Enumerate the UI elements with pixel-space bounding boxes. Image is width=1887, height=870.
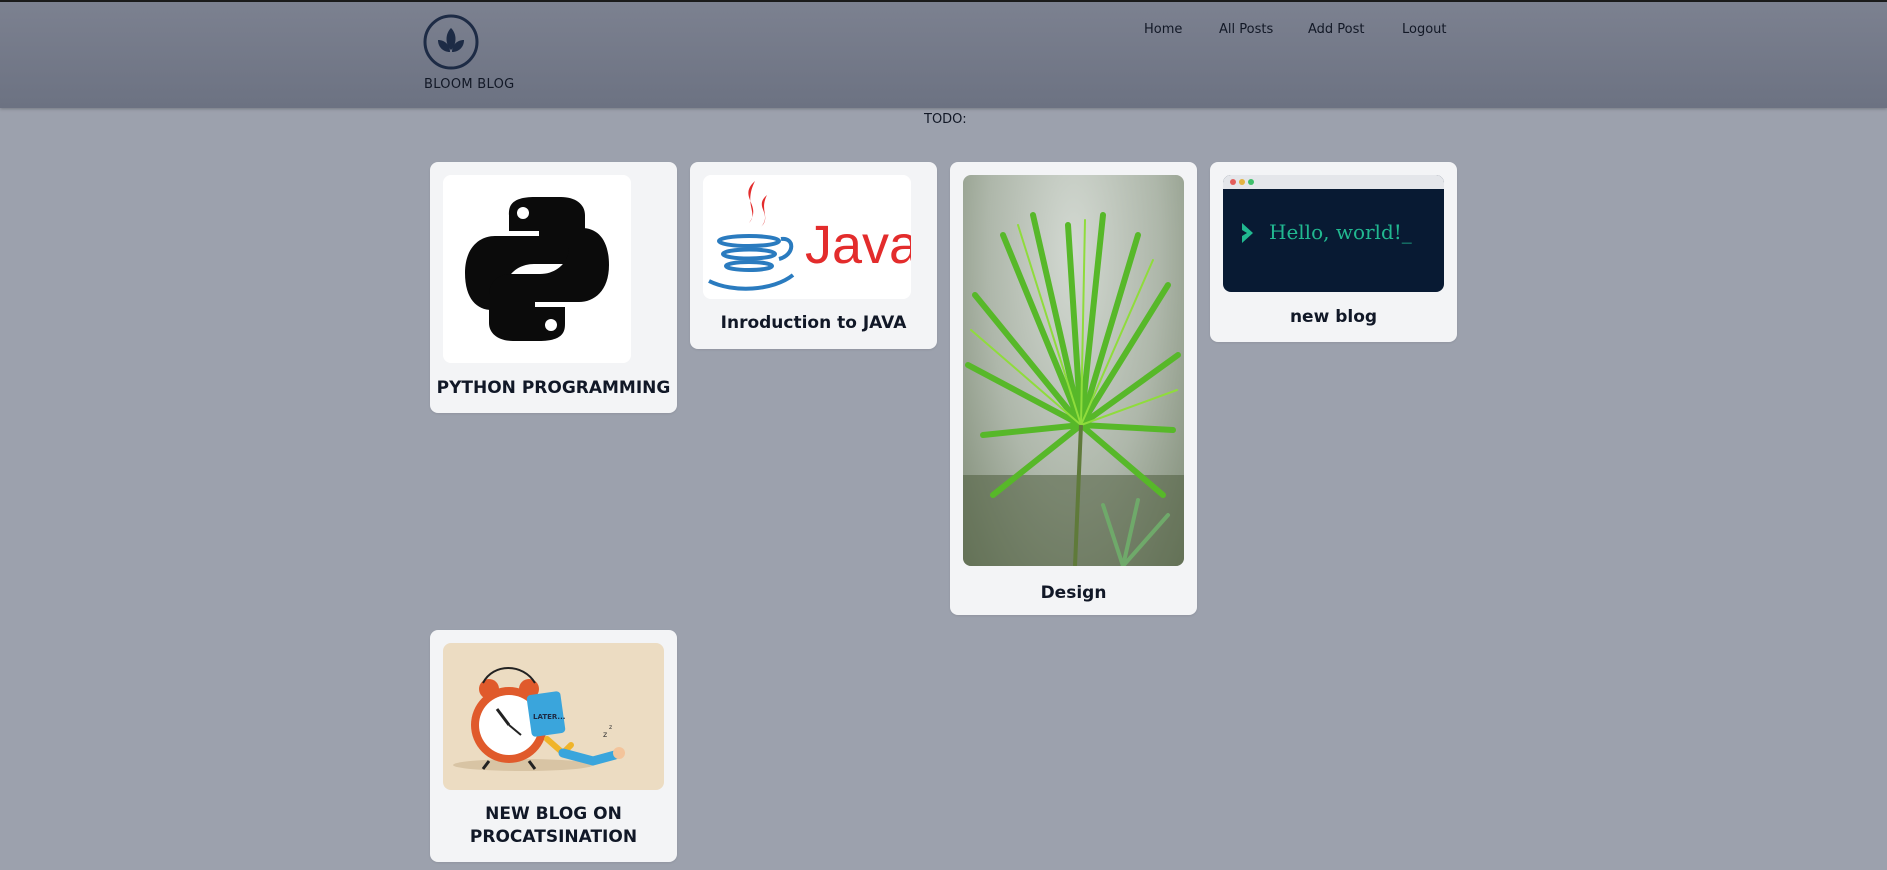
todo-label: TODO:	[924, 112, 967, 127]
svg-text:z: z	[609, 724, 612, 731]
palm-leaf-image	[963, 212, 1184, 566]
alarm-clock-icon: LATER... z z	[453, 667, 625, 771]
java-wordmark: Java	[805, 215, 911, 275]
nav-all-posts-link[interactable]: All Posts	[1219, 22, 1273, 37]
post-title: Design	[1040, 583, 1107, 603]
java-logo-icon: Java	[708, 181, 911, 291]
java-logo-image: Java	[703, 175, 911, 299]
post-card-new-blog[interactable]: Hello, world!_ new blog	[1210, 162, 1457, 342]
palm-leaf-photo	[963, 175, 1184, 566]
terminal-icon: Hello, world!_	[1223, 175, 1444, 244]
python-logo-image	[443, 175, 631, 363]
post-card-java[interactable]: Java Inroduction to JAVA	[690, 162, 937, 349]
hello-world-terminal-image: Hello, world!_	[1223, 175, 1444, 292]
post-card-python[interactable]: PYTHON PROGRAMMING	[430, 162, 677, 413]
lotus-logo-icon[interactable]	[423, 14, 479, 70]
python-logo-icon	[465, 197, 609, 341]
post-card-procrastination[interactable]: LATER... z z NEW BLOG ON PROCATSINATION	[430, 630, 677, 862]
nav-add-post-link[interactable]: Add Post	[1308, 22, 1365, 37]
svg-text:z: z	[603, 730, 607, 739]
procrastination-illustration: LATER... z z	[443, 643, 664, 790]
site-header: BLOOM BLOG Home All Posts Add Post Logou…	[0, 2, 1887, 108]
post-card-design[interactable]: Design	[950, 162, 1197, 615]
post-title: NEW BLOG ON PROCATSINATION	[469, 804, 638, 847]
later-sign-text: LATER...	[533, 713, 565, 721]
post-title: PYTHON PROGRAMMING	[436, 378, 671, 398]
brand-name: BLOOM BLOG	[424, 77, 515, 92]
post-title: new blog	[1289, 307, 1378, 327]
post-title: Inroduction to JAVA	[720, 313, 907, 333]
nav-logout-link[interactable]: Logout	[1402, 22, 1447, 37]
nav-home-link[interactable]: Home	[1144, 22, 1182, 37]
hello-world-text: Hello, world!_	[1269, 220, 1412, 244]
